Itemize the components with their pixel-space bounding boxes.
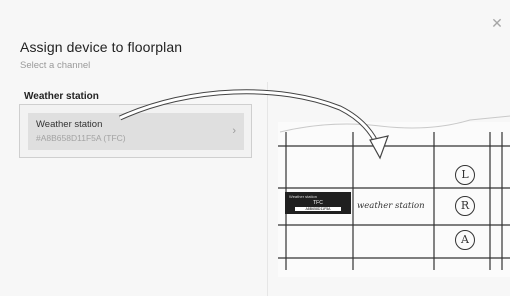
- section-label: Weather station: [24, 91, 99, 102]
- channel-list-panel: Weather station Weather station #A8B658D…: [0, 82, 268, 296]
- panel-divider: [267, 82, 268, 296]
- close-icon[interactable]: ✕: [490, 16, 504, 30]
- device-list-item[interactable]: Weather station #A8B658D11F5A (TFC) ›: [28, 113, 244, 150]
- dialog-subtitle: Select a channel: [20, 60, 91, 71]
- assign-device-dialog: ✕ Assign device to floorplan Select a ch…: [0, 0, 510, 296]
- device-name: Weather station: [36, 119, 103, 130]
- floorplan-illustration-card: [278, 122, 510, 277]
- device-id: #A8B658D11F5A (TFC): [36, 133, 126, 143]
- device-group: Weather station #A8B658D11F5A (TFC) ›: [19, 104, 252, 158]
- dialog-title: Assign device to floorplan: [20, 39, 183, 55]
- chevron-right-icon: ›: [232, 125, 236, 137]
